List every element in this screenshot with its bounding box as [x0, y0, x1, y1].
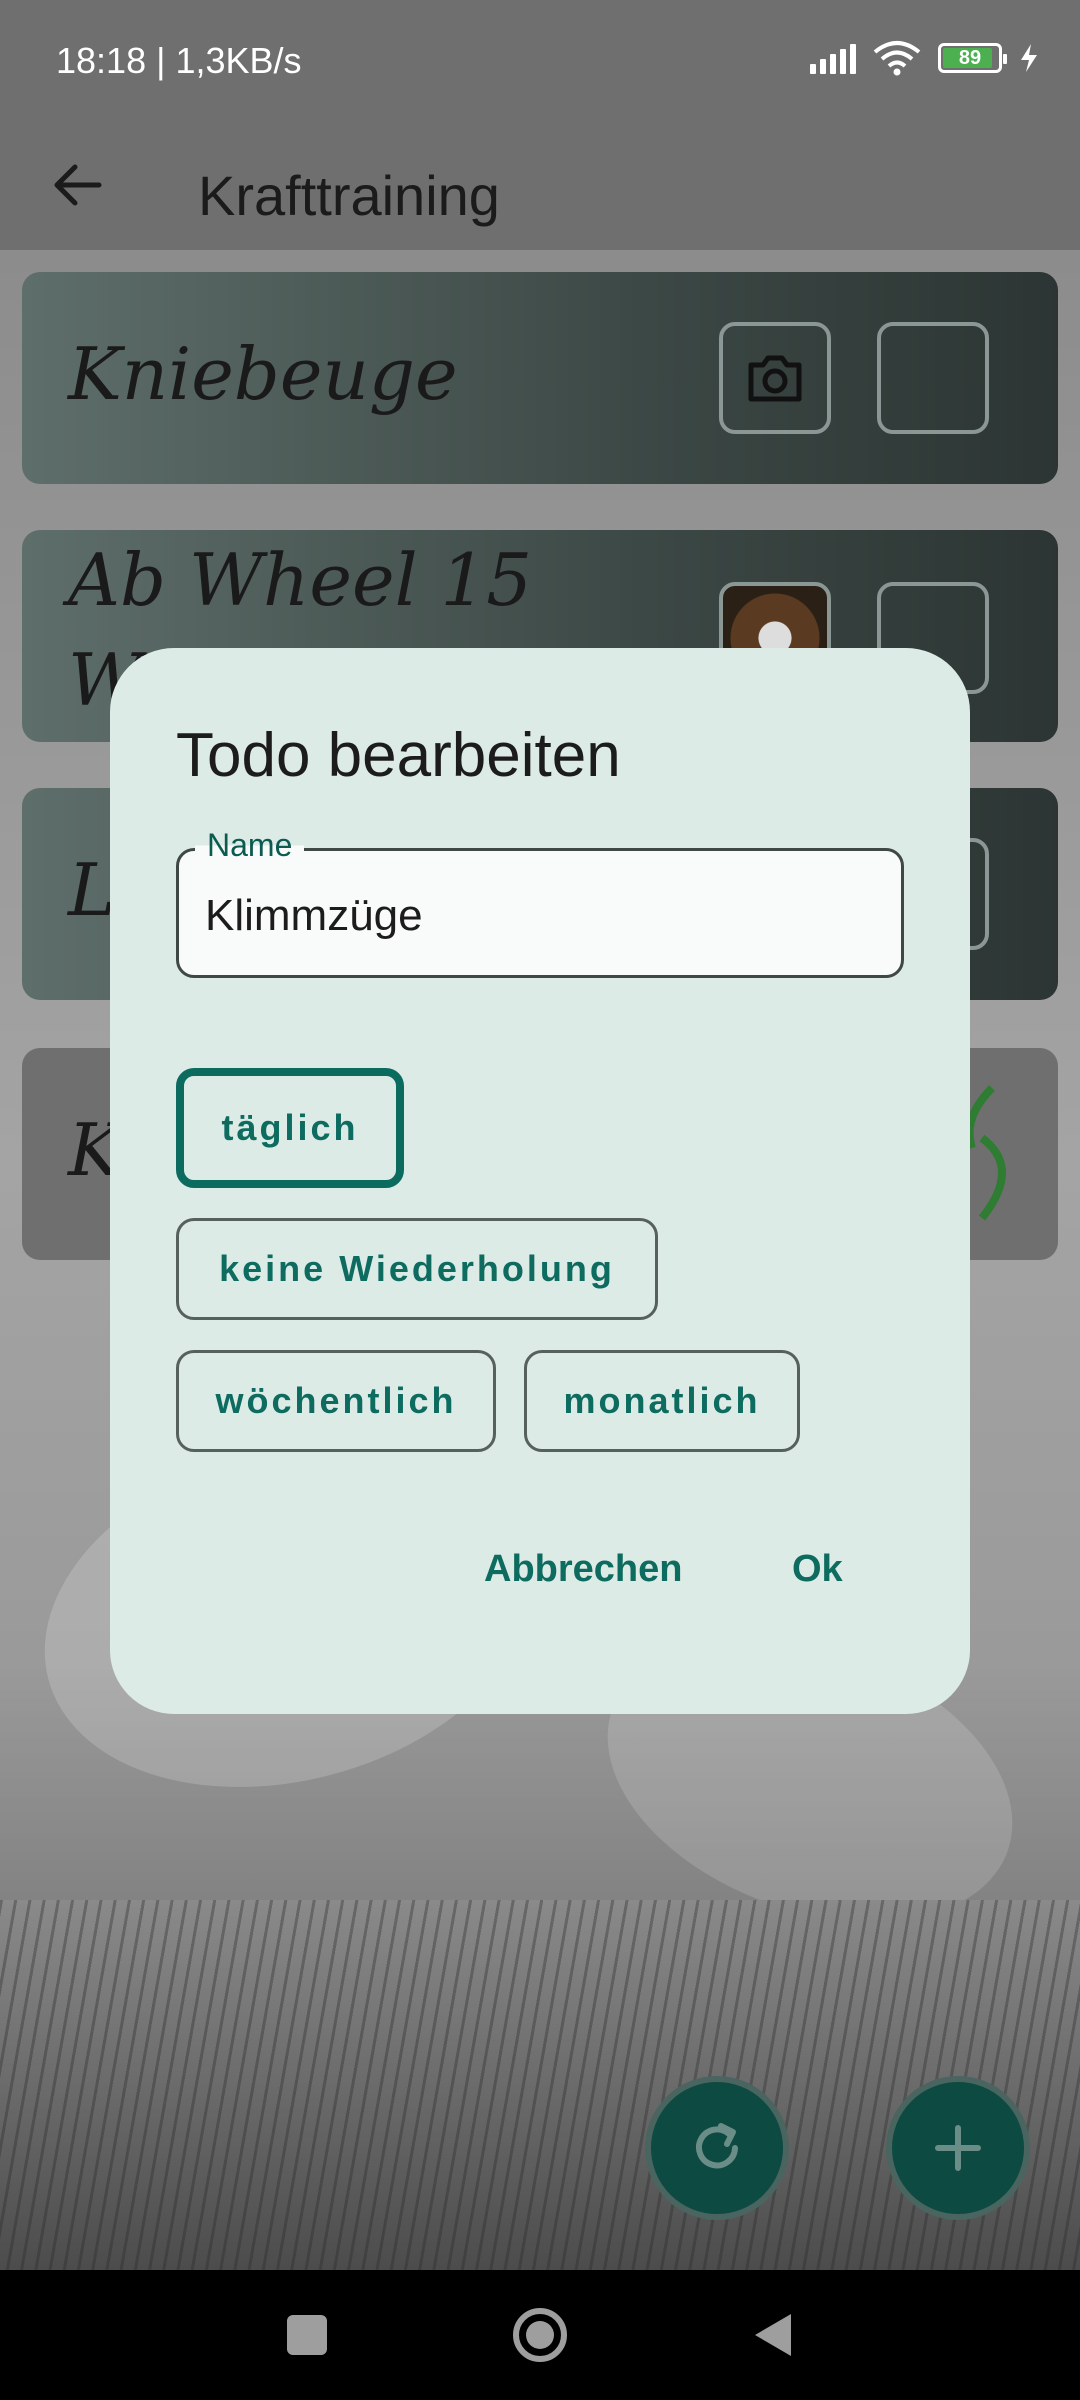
dialog-title: Todo bearbeiten: [176, 721, 621, 790]
chip-monthly[interactable]: monatlich: [524, 1350, 800, 1452]
charging-icon: [1021, 44, 1037, 72]
battery-icon: 89: [938, 43, 1007, 73]
wifi-icon: [873, 41, 921, 76]
background-grass: [0, 1900, 1080, 2270]
signal-icon: [810, 42, 856, 74]
name-value[interactable]: Klimmzüge: [205, 891, 423, 941]
camera-button[interactable]: [719, 322, 831, 434]
chip-daily[interactable]: täglich: [176, 1068, 404, 1188]
battery-level: 89: [958, 46, 982, 69]
done-checkbox[interactable]: [877, 322, 989, 434]
status-bar: 18:18 | 1,3KB/s 89: [0, 0, 1080, 125]
todo-card[interactable]: Kniebeuge: [22, 272, 1058, 484]
name-input[interactable]: Name Klimmzüge: [176, 827, 904, 978]
add-button[interactable]: [886, 2076, 1030, 2220]
back-arrow-icon[interactable]: [48, 155, 108, 215]
camera-icon: [748, 355, 802, 402]
cancel-button[interactable]: Abbrechen: [484, 1548, 682, 1591]
chip-weekly[interactable]: wöchentlich: [176, 1350, 496, 1452]
todo-title: Ab Wheel 15: [68, 538, 533, 622]
add-icon: [935, 2125, 981, 2171]
system-nav-bar: [0, 2270, 1080, 2400]
edit-todo-dialog: Todo bearbeiten Name Klimmzüge täglich k…: [110, 648, 970, 1714]
app-bar: Krafttraining: [0, 125, 1080, 250]
refresh-button[interactable]: [645, 2076, 789, 2220]
name-label: Name: [195, 827, 305, 864]
page-title: Krafttraining: [198, 164, 500, 227]
ok-button[interactable]: Ok: [792, 1548, 843, 1591]
chip-no-repeat[interactable]: keine Wiederholung: [176, 1218, 658, 1320]
nav-home-icon[interactable]: [508, 2304, 572, 2366]
nav-recents-icon[interactable]: [282, 2304, 332, 2366]
todo-title: Kniebeuge: [68, 332, 458, 416]
status-time: 18:18 | 1,3KB/s: [56, 40, 302, 81]
refresh-icon: [696, 2123, 738, 2169]
status-icons: 89: [810, 40, 1040, 76]
nav-back-icon[interactable]: [748, 2304, 798, 2366]
todo-title: L: [68, 848, 116, 932]
